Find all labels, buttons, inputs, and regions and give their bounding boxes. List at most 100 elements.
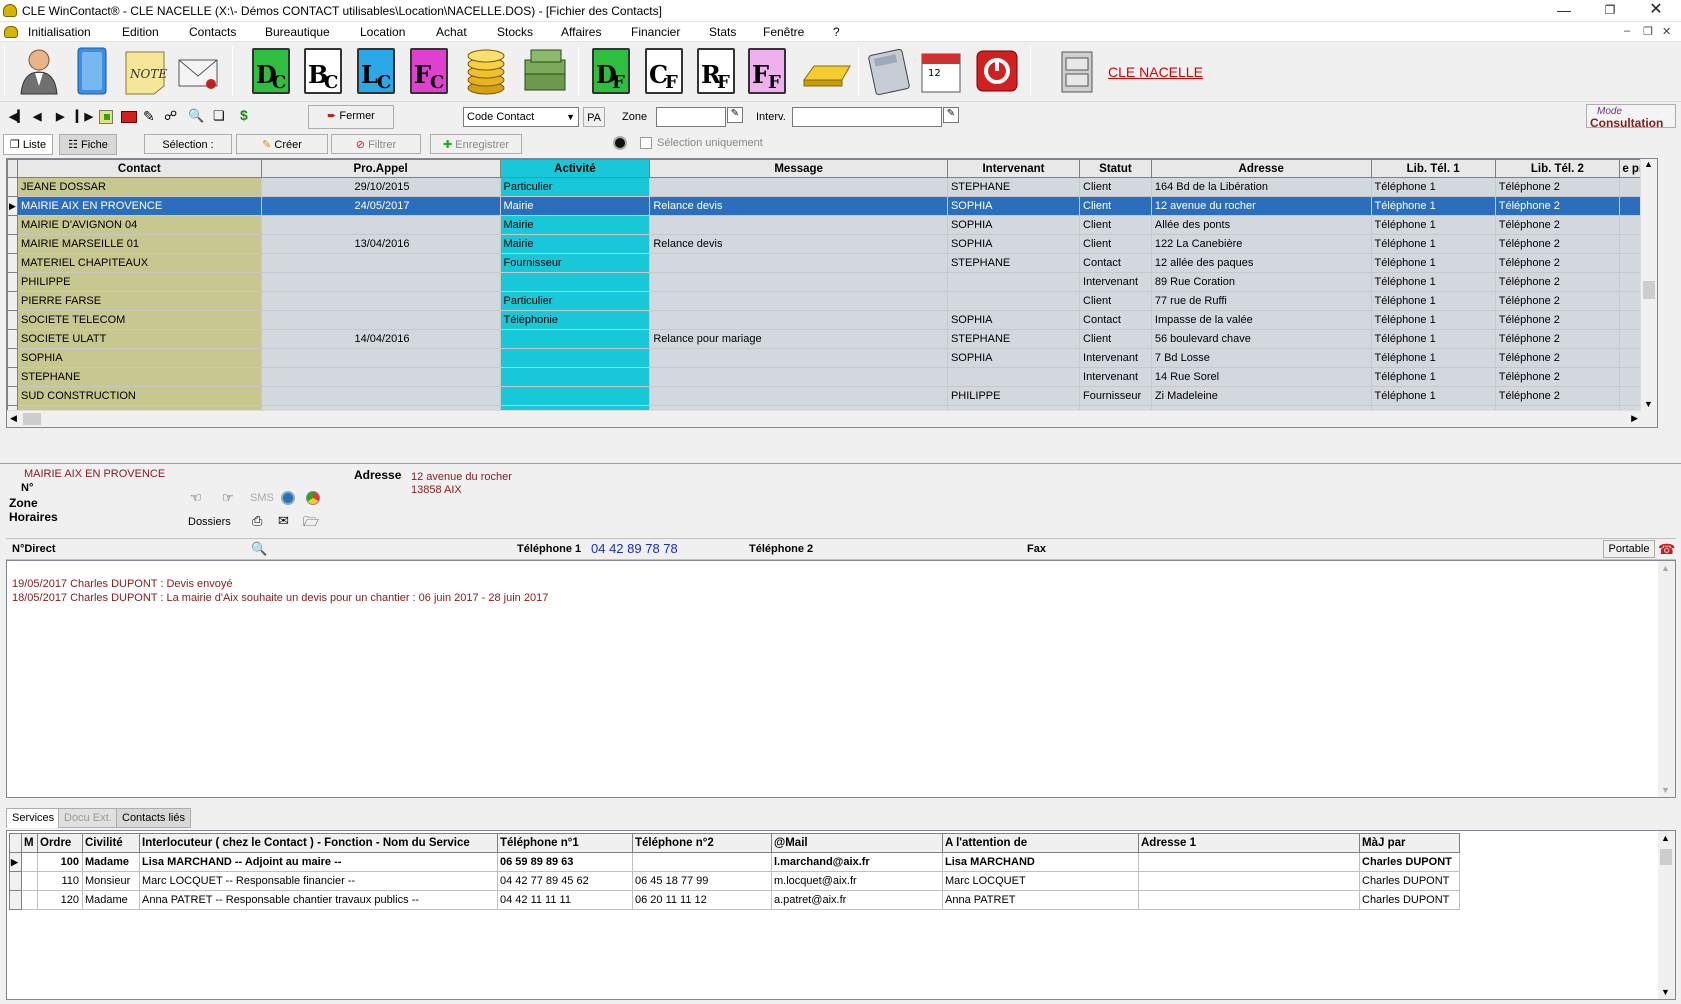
cell-message[interactable] xyxy=(649,310,948,330)
col-ordre[interactable]: Ordre xyxy=(37,833,83,853)
cell-telephone-1[interactable]: 06 59 89 89 63 xyxy=(497,852,633,872)
row-indicator[interactable] xyxy=(7,177,18,197)
col-civilite[interactable]: Civilité xyxy=(82,833,140,853)
copy-icon[interactable]: ❏ xyxy=(213,108,225,124)
cell-m[interactable] xyxy=(21,871,38,891)
col-message[interactable]: Message xyxy=(649,159,948,178)
folder-open-icon[interactable]: 🗁 xyxy=(303,513,319,535)
scroll-thumb[interactable] xyxy=(1660,849,1672,865)
cell-lib-tel-1[interactable]: Téléphone 1 xyxy=(1370,215,1496,235)
col-adresse-1[interactable]: Adresse 1 xyxy=(1138,833,1360,853)
cell-message[interactable]: Relance pour mariage xyxy=(649,329,948,349)
cell-telephone-2[interactable] xyxy=(632,852,772,872)
col-telephone-1[interactable]: Téléphone n°1 xyxy=(497,833,633,853)
notes-area[interactable]: 19/05/2017 Charles DUPONT : Devis envoyé… xyxy=(6,560,1676,798)
cell-activite[interactable]: Mairie xyxy=(499,215,651,235)
cell-contact[interactable]: MAIRIE AIX EN PROVENCE xyxy=(16,196,262,216)
save-button[interactable]: ✚ Enregistrer xyxy=(430,134,522,154)
cell-contact[interactable]: SOPHIA xyxy=(16,348,262,368)
notes-scrollbar[interactable]: ▲ ▼ xyxy=(1658,561,1675,797)
cell-adresse[interactable]: 12 avenue du rocher xyxy=(1150,196,1372,216)
cell-intervenant[interactable]: SOPHIA xyxy=(946,234,1081,254)
gold-bar-icon[interactable] xyxy=(800,46,851,94)
table-row[interactable]: SOCIETE ULATT 14/04/2016 Relance pour mari… xyxy=(7,329,1658,349)
cell-activite[interactable]: Particulier xyxy=(499,291,651,311)
cell-lib-tel-2[interactable]: Téléphone 2 xyxy=(1494,367,1620,387)
cell-pro-appel[interactable]: 24/05/2017 xyxy=(260,196,501,216)
scroll-up-icon[interactable]: ▲ xyxy=(1661,833,1670,843)
cell-lib-tel-2[interactable]: Téléphone 2 xyxy=(1494,291,1620,311)
menu-financier[interactable]: Financier xyxy=(631,25,680,39)
col-lib-tel-1[interactable]: Lib. Tél. 1 xyxy=(1370,159,1496,178)
cell-lib-tel-1[interactable]: Téléphone 1 xyxy=(1370,272,1496,292)
cell-lib-tel-1[interactable]: Téléphone 1 xyxy=(1370,196,1496,216)
interv-input[interactable] xyxy=(792,107,942,127)
cell-maj-par[interactable]: Charles DUPONT xyxy=(1359,890,1460,910)
row-indicator[interactable]: ▶ xyxy=(7,196,18,216)
cell-activite[interactable] xyxy=(499,329,651,349)
row-indicator[interactable] xyxy=(7,215,18,235)
col-adresse[interactable]: Adresse xyxy=(1150,159,1372,178)
cell-adresse-1[interactable] xyxy=(1138,890,1360,910)
cell-m[interactable] xyxy=(21,890,38,910)
cell-civilite[interactable]: Madame xyxy=(82,890,140,910)
cell-intervenant[interactable]: STEPHANE xyxy=(946,253,1081,273)
cell-statut[interactable]: Intervenant xyxy=(1079,272,1152,292)
cell-contact[interactable]: SOCIETE ULATT xyxy=(16,329,262,349)
cell-interlocuteur[interactable]: Lisa MARCHAND -- Adjoint au maire -- xyxy=(139,852,498,872)
cell-message[interactable]: Relance devis xyxy=(649,234,948,254)
add-record-icon[interactable] xyxy=(99,110,113,124)
cell-activite[interactable]: Mairie xyxy=(499,234,651,254)
table-row[interactable]: SUD CONSTRUCTION PHILIPPE Fournisseur Zi Ma… xyxy=(7,386,1658,406)
cell-lib-tel-2[interactable]: Téléphone 2 xyxy=(1494,253,1620,273)
banknotes-icon[interactable] xyxy=(521,46,566,94)
table-row[interactable]: SOPHIA SOPHIA Intervenant 7 Bd Losse Télépho… xyxy=(7,348,1658,368)
cell-activite[interactable] xyxy=(499,367,651,387)
hand-right-icon[interactable]: ☞ xyxy=(222,490,234,506)
mail-icon[interactable] xyxy=(175,46,219,94)
doc-lc-icon[interactable]: LC xyxy=(357,48,395,94)
cell-adresse[interactable]: 89 Rue Coration xyxy=(1150,272,1372,292)
selection-button[interactable]: Sélection : xyxy=(144,134,232,154)
menu-affaires[interactable]: Affaires xyxy=(561,25,601,39)
row-indicator[interactable] xyxy=(7,272,18,292)
cell-lib-tel-1[interactable]: Téléphone 1 xyxy=(1370,177,1496,197)
cell-contact[interactable]: MATERIEL CHAPITEAUX xyxy=(16,253,262,273)
cell-pro-appel[interactable] xyxy=(260,272,501,292)
cell-contact[interactable]: MAIRIE D'AVIGNON 04 xyxy=(16,215,262,235)
doc-cf-icon[interactable]: CF xyxy=(645,48,683,94)
cell-contact[interactable]: PIERRE FARSE xyxy=(16,291,262,311)
cell-pro-appel[interactable] xyxy=(260,215,501,235)
row-indicator[interactable] xyxy=(7,253,18,273)
row-indicator[interactable] xyxy=(7,386,18,406)
cell-adresse[interactable]: 7 Bd Losse xyxy=(1150,348,1372,368)
cell-statut[interactable]: Intervenant xyxy=(1079,348,1152,368)
filter-button[interactable]: ⊘ Filtrer xyxy=(331,134,421,154)
cell-maj-par[interactable]: Charles DUPONT xyxy=(1359,871,1460,891)
menu-fenetre[interactable]: Fenêtre xyxy=(763,25,804,39)
cell-pro-appel[interactable]: 14/04/2016 xyxy=(260,329,501,349)
col-interlocuteur[interactable]: Interlocuteur ( chez le Contact ) - Fonc… xyxy=(139,833,498,853)
edit-pen-icon[interactable]: ✎ xyxy=(143,108,155,125)
services-scrollbar[interactable]: ▲ ▼ xyxy=(1658,831,1675,999)
col-telephone-2[interactable]: Téléphone n°2 xyxy=(632,833,772,853)
blue-folder-icon[interactable] xyxy=(70,46,114,95)
cell-adresse[interactable]: 122 La Canebière xyxy=(1150,234,1372,254)
menu-achat[interactable]: Achat xyxy=(436,25,467,39)
cell-intervenant[interactable]: SOPHIA xyxy=(946,348,1081,368)
cell-mail[interactable]: l.marchand@aix.fr xyxy=(771,852,943,872)
cell-message[interactable]: Relance devis xyxy=(649,196,948,216)
cell-message[interactable] xyxy=(649,253,948,273)
phone-icon[interactable]: ☎ xyxy=(1658,541,1675,558)
cell-attention[interactable]: Marc LOCQUET xyxy=(942,871,1139,891)
selection-only-checkbox[interactable] xyxy=(640,137,652,149)
row-indicator[interactable] xyxy=(7,291,18,311)
sms-button[interactable]: SMS xyxy=(250,492,274,504)
grid-horizontal-scrollbar[interactable]: ◀ ▶ xyxy=(7,410,1641,427)
close-window-button[interactable]: ✕ xyxy=(1633,0,1679,22)
cell-adresse[interactable]: Zi Madeleine xyxy=(1150,386,1372,406)
doc-fc-icon[interactable]: FC xyxy=(410,48,448,94)
table-row[interactable]: STEPHANE Intervenant 14 Rue Sorel Téléphone… xyxy=(7,367,1658,387)
cell-statut[interactable]: Contact xyxy=(1079,253,1152,273)
first-record-icon[interactable]: ◀▎ xyxy=(9,110,26,123)
